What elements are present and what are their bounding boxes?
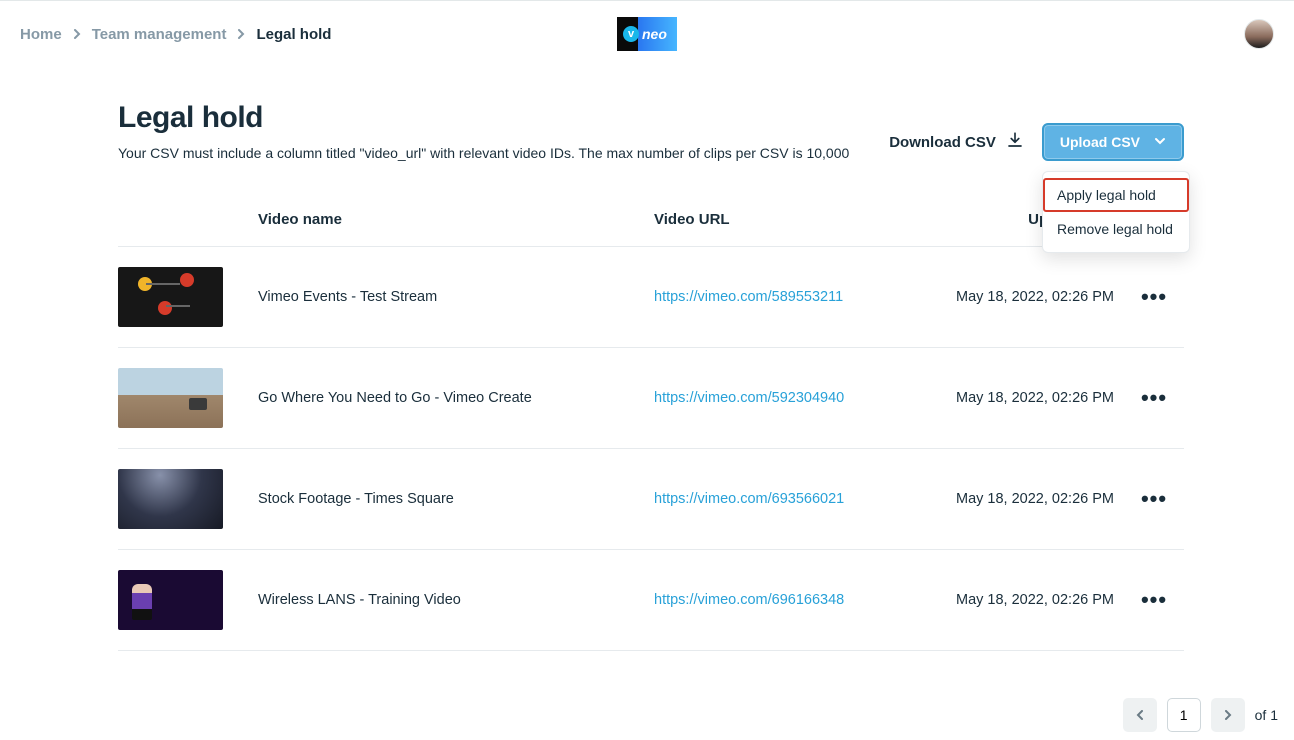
page-header: Legal hold Your CSV must include a colum…: [118, 101, 1184, 161]
app-logo[interactable]: v neo: [617, 17, 677, 51]
row-actions-button[interactable]: •••: [1124, 385, 1184, 411]
chevron-left-icon: [1135, 710, 1145, 720]
pagination-prev-button[interactable]: [1123, 698, 1157, 732]
video-name: Vimeo Events - Test Stream: [258, 289, 654, 305]
chevron-down-icon: [1154, 134, 1166, 150]
chevron-right-icon: [236, 26, 246, 43]
video-thumbnail[interactable]: [118, 570, 223, 630]
pagination-page-input[interactable]: [1167, 698, 1201, 732]
upload-csv-dropdown: Apply legal hold Remove legal hold: [1042, 171, 1190, 253]
pagination: of 1: [1123, 698, 1278, 732]
table-row: Vimeo Events - Test Stream https://vimeo…: [118, 247, 1184, 348]
download-csv-label: Download CSV: [889, 134, 996, 151]
table-row: Stock Footage - Times Square https://vim…: [118, 449, 1184, 550]
video-name: Wireless LANS - Training Video: [258, 592, 654, 608]
row-actions-button[interactable]: •••: [1124, 486, 1184, 512]
video-url-link[interactable]: https://vimeo.com/592304940: [654, 390, 924, 406]
video-name: Stock Footage - Times Square: [258, 491, 654, 507]
row-actions-button[interactable]: •••: [1124, 587, 1184, 613]
breadcrumb-current: Legal hold: [256, 26, 331, 43]
page-title: Legal hold: [118, 101, 849, 135]
pagination-next-button[interactable]: [1211, 698, 1245, 732]
chevron-right-icon: [1223, 710, 1233, 720]
video-url-link[interactable]: https://vimeo.com/589553211: [654, 289, 924, 305]
table-row: Wireless LANS - Training Video https://v…: [118, 550, 1184, 651]
upload-date: May 18, 2022, 02:26 PM: [924, 491, 1124, 507]
vimeo-icon: v: [623, 26, 639, 42]
page-content: Legal hold Your CSV must include a colum…: [0, 61, 1294, 651]
upload-date: May 18, 2022, 02:26 PM: [924, 390, 1124, 406]
upload-csv-label: Upload CSV: [1060, 134, 1140, 150]
video-name: Go Where You Need to Go - Vimeo Create: [258, 390, 654, 406]
row-actions-button[interactable]: •••: [1124, 284, 1184, 310]
download-icon: [1006, 131, 1024, 153]
column-video-name: Video name: [258, 211, 654, 228]
breadcrumb-home[interactable]: Home: [20, 26, 62, 43]
download-csv-button[interactable]: Download CSV: [889, 131, 1024, 153]
video-thumbnail[interactable]: [118, 368, 223, 428]
dropdown-apply-legal-hold[interactable]: Apply legal hold: [1043, 178, 1189, 212]
upload-date: May 18, 2022, 02:26 PM: [924, 289, 1124, 305]
video-thumbnail[interactable]: [118, 267, 223, 327]
breadcrumb-team-management[interactable]: Team management: [92, 26, 227, 43]
video-url-link[interactable]: https://vimeo.com/693566021: [654, 491, 924, 507]
breadcrumb: Home Team management Legal hold: [20, 26, 331, 43]
upload-date: May 18, 2022, 02:26 PM: [924, 592, 1124, 608]
table-header: Video name Video URL Upload date: [118, 211, 1184, 247]
page-subtitle: Your CSV must include a column titled "v…: [118, 145, 849, 161]
logo-text: neo: [642, 26, 667, 42]
chevron-right-icon: [72, 26, 82, 43]
video-thumbnail[interactable]: [118, 469, 223, 529]
column-video-url: Video URL: [654, 211, 924, 228]
dropdown-remove-legal-hold[interactable]: Remove legal hold: [1043, 212, 1189, 246]
header-actions: Download CSV Upload CSV Apply legal hold…: [889, 123, 1184, 161]
upload-csv-button[interactable]: Upload CSV: [1042, 123, 1184, 161]
topbar: Home Team management Legal hold v neo: [0, 0, 1294, 61]
table-row: Go Where You Need to Go - Vimeo Create h…: [118, 348, 1184, 449]
page-header-text: Legal hold Your CSV must include a colum…: [118, 101, 849, 161]
avatar[interactable]: [1244, 19, 1274, 49]
pagination-total-label: of 1: [1255, 707, 1278, 723]
video-url-link[interactable]: https://vimeo.com/696166348: [654, 592, 924, 608]
